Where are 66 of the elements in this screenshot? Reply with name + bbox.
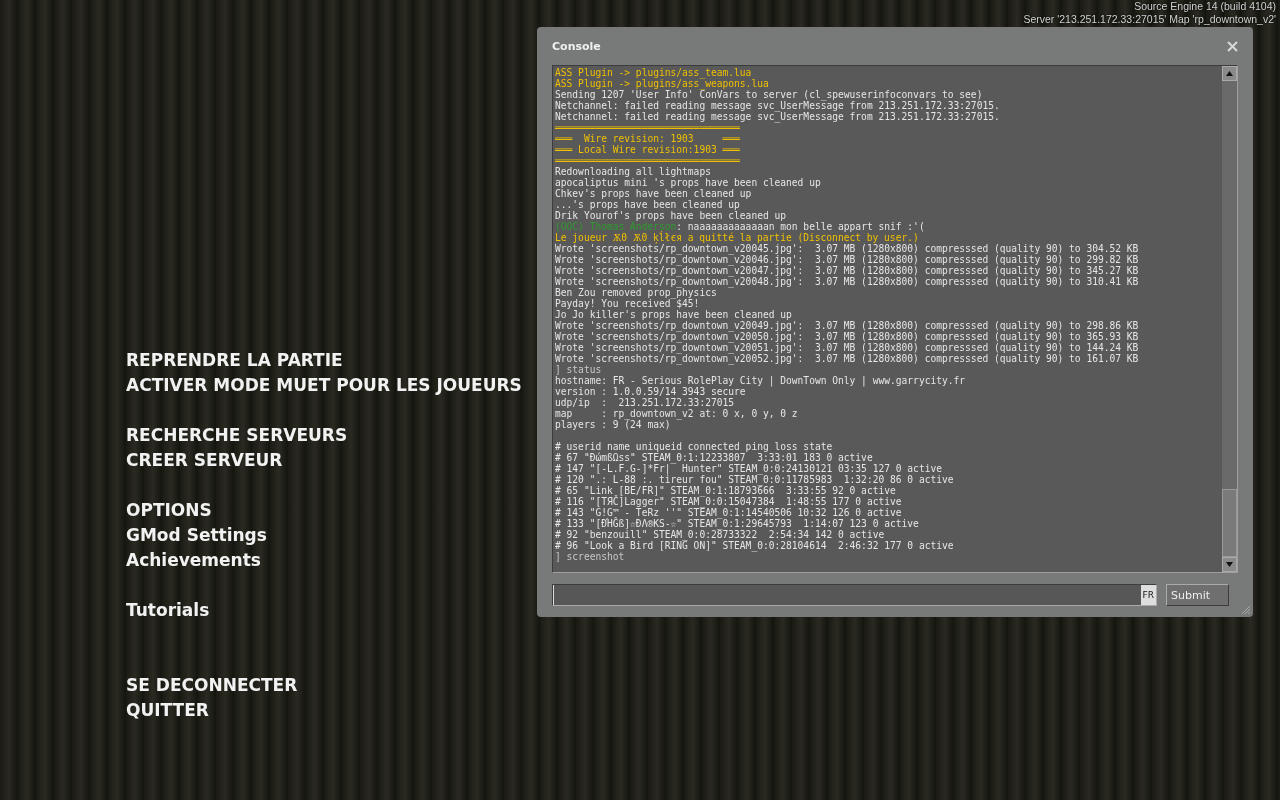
console-line: ...'s props have been cleaned up xyxy=(555,199,741,210)
console-line: Netchannel: failed reading message svc_UserMessage from 213.251.172.33:27015. xyxy=(555,111,1001,122)
resize-grip-icon[interactable] xyxy=(1241,605,1251,615)
console-line: apocaliptus mini 's props have been cleaned up xyxy=(555,177,822,188)
console-line: ASS Plugin -> plugins/ass_team.lua xyxy=(555,67,752,78)
console-line: # 116 "[TЯČ]Lagger" STEAM_0:0:15047384 1:48:55 177 0 active xyxy=(555,496,903,507)
console-line: # 67 "ĐώmßΩss" STEAM_0:1:12233807 3:33:01 183 0 active xyxy=(555,452,874,463)
console-line: Wrote 'screenshots/rp_downtown_v20045.jpg': 3.07 MB (1280x800) compresssed (quality 90) to 304.52 KB xyxy=(555,243,1140,254)
console-line: udp/ip : 213.251.172.33:27015 xyxy=(555,397,736,408)
console-line: # 143 "G!G™ - TeRz ''" STEAM_0:1:14540506 10:32 126 0 active xyxy=(555,507,902,518)
console-line: # 92 "benzouill" STEAM_0:0:28733322 2:54:34 142 0 active xyxy=(555,529,885,540)
console-line: ] status xyxy=(555,364,602,375)
console-line: Netchannel: failed reading message svc_UserMessage from 213.251.172.33:27015. xyxy=(555,100,1001,111)
console-line: Wrote 'screenshots/rp_downtown_v20051.jpg': 3.07 MB (1280x800) compresssed (quality 90) to 144.24 KB xyxy=(555,342,1140,353)
console-line: map : rp_downtown_v2 at: 0 x, 0 y, 0 z xyxy=(555,408,799,419)
console-line: ═══ Local Wire revision:1903 ═══ xyxy=(555,144,741,155)
console-line: ASS Plugin -> plugins/ass_weapons.lua xyxy=(555,78,770,89)
console-line: ] screenshot xyxy=(555,551,626,562)
scrollbar[interactable] xyxy=(1222,66,1237,572)
server-info-text: Server '213.251.172.33:27015' Map 'rp_downtown_v2' xyxy=(1023,13,1276,26)
window-title: Console xyxy=(552,39,601,53)
scroll-up-icon[interactable] xyxy=(1222,66,1237,81)
engine-build-text: Source Engine 14 (build 4104) xyxy=(1133,0,1276,13)
menu-item[interactable]: GMod Settings xyxy=(126,523,522,548)
console-line: players : 9 (24 max) xyxy=(555,419,671,430)
console-line: Payday! You received $45! xyxy=(555,298,700,309)
menu-item[interactable]: REPRENDRE LA PARTIE xyxy=(126,348,522,373)
console-line: Ben Zou removed prop_physics xyxy=(555,287,717,298)
menu-item[interactable]: SE DECONNECTER xyxy=(126,673,522,698)
chat-message: : naaaaaaaaaaaaan mon belle appart snif :'( xyxy=(676,221,925,232)
close-icon[interactable] xyxy=(1227,40,1238,52)
command-input-field[interactable] xyxy=(552,584,1157,606)
console-line: ════════════════════════════════ xyxy=(555,122,741,133)
menu-item[interactable]: ACTIVER MODE MUET POUR LES JOUEURS xyxy=(126,373,522,398)
chat-speaker: (OOC) Thomas Anderson xyxy=(555,221,677,232)
menu-item[interactable]: RECHERCHE SERVEURS xyxy=(126,423,522,448)
console-line: Wrote 'screenshots/rp_downtown_v20046.jpg': 3.07 MB (1280x800) compresssed (quality 90) to 299.82 KB xyxy=(555,254,1140,265)
console-line: Sending 1207 'User Info' ConVars to server (cl_spewuserinfoconvars to see) xyxy=(555,89,983,100)
console-line: ════════════════════════════════ xyxy=(555,155,741,166)
console-line: # 147 "[-L.F.G-]*Fr| Hunter" STEAM_0:0:24130121 03:35 127 0 active xyxy=(555,463,942,474)
console-line: ═══ Wire revision: 1903 ═══ xyxy=(555,133,741,144)
console-line: # 96 "Look a Bird [RING ON]" STEAM_0:0:28104614 2:46:32 177 0 active xyxy=(555,540,955,551)
menu-item[interactable]: QUITTER xyxy=(126,698,522,723)
console-line: Redownloading all lightmaps xyxy=(555,166,711,177)
console-line: Drik Yourof's props have been cleaned up xyxy=(555,210,788,221)
console-line: # userid name uniqueid connected ping loss state xyxy=(555,441,834,452)
console-line: hostname: FR - Serious RolePlay City | DownTown Only | www.garrycity.fr xyxy=(555,375,967,386)
console-line: # 65 "Link [BE/FR]" STEAM_0:1:18793666 3:33:55 92 0 active xyxy=(555,485,896,496)
console-line: Wrote 'screenshots/rp_downtown_v20050.jpg': 3.07 MB (1280x800) compresssed (quality 90) to 365.93 KB xyxy=(555,331,1140,342)
console-line: version : 1.0.0.59/14 3943 secure xyxy=(555,386,747,397)
console-line: # 133 "[ĐΉĜß]☆ĐΛ®KS-☆" STEAM_0:1:29645793 1:14:07 123 0 active xyxy=(555,518,920,529)
menu-item[interactable]: Tutorials xyxy=(126,598,522,623)
menu-item[interactable]: CREER SERVEUR xyxy=(126,448,522,473)
submit-button[interactable]: Submit xyxy=(1166,584,1229,606)
console-line: Le joueur Ѫ0 Ѫ0 ķĺłєя a quitté la partie (Disconnect by user.) xyxy=(555,232,919,243)
console-line: Wrote 'screenshots/rp_downtown_v20048.jpg': 3.07 MB (1280x800) compresssed (quality 90) to 310.41 KB xyxy=(555,276,1140,287)
menu-item[interactable]: Achievements xyxy=(126,548,522,573)
console-line: Jo Jo killer's props have been cleaned up xyxy=(555,309,793,320)
menu-item[interactable]: OPTIONS xyxy=(126,498,522,523)
scroll-down-icon[interactable] xyxy=(1222,557,1237,572)
console-line: Wrote 'screenshots/rp_downtown_v20049.jpg': 3.07 MB (1280x800) compresssed (quality 90) to 298.86 KB xyxy=(555,320,1140,331)
console-line: Wrote 'screenshots/rp_downtown_v20047.jpg': 3.07 MB (1280x800) compresssed (quality 90) to 345.27 KB xyxy=(555,265,1140,276)
scrollbar-thumb[interactable] xyxy=(1222,489,1237,557)
console-line: # 120 ".: L-88 :. tireur fou" STEAM_0:0:11785983 1:32:20 86 0 active xyxy=(555,474,955,485)
console-line: Wrote 'screenshots/rp_downtown_v20052.jpg': 3.07 MB (1280x800) compresssed (quality 90) to 161.07 KB xyxy=(555,353,1140,364)
console-line: Chkev's props have been cleaned up xyxy=(555,188,753,199)
